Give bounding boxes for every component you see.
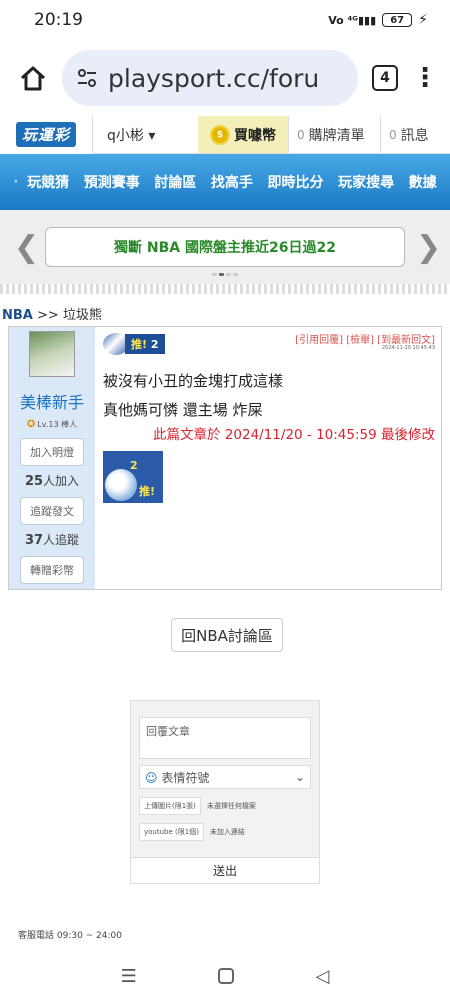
signal-icon: Vo ⁴ᴳ▮▮▮ xyxy=(328,13,377,27)
back-to-forum-button[interactable]: 回NBA討論區 xyxy=(171,618,283,652)
post-timestamp: 2024-11-20 10:45:43 xyxy=(381,345,435,351)
push-badge[interactable]: 推! 2 xyxy=(103,333,165,355)
breadcrumb-title: 垃圾熊 xyxy=(62,308,102,323)
youtube-status: 未加入連結 xyxy=(209,828,245,836)
coin-icon: $ xyxy=(210,124,230,145)
youtube-button[interactable]: youtube (限1個) xyxy=(139,823,204,841)
edit-note: 此篇文章於 2024/11/20 - 10:45:59 最後修改 xyxy=(153,427,435,443)
youtube-row: youtube (限1個) 未加入連結 xyxy=(139,823,311,841)
post-content: 被沒有小丑的金塊打成這樣 真他媽可憐 還主場 炸屎 xyxy=(103,367,283,425)
follow-count: 25人加入 xyxy=(24,474,80,489)
emoji-select[interactable]: ☺ 表情符號 ⌄ xyxy=(139,765,311,789)
status-icons: Vo ⁴ᴳ▮▮▮ 67 ⚡ xyxy=(328,12,428,28)
post-line: 被沒有小丑的金塊打成這樣 xyxy=(103,372,284,390)
post-action-links[interactable]: [引用回覆] [檢舉] [到最新回文] xyxy=(295,331,435,346)
author-name[interactable]: 美棒新手 xyxy=(20,389,84,413)
level-icon: ✪ xyxy=(26,419,36,430)
status-bar: 20:19 Vo ⁴ᴳ▮▮▮ 67 ⚡ xyxy=(0,0,450,40)
nav-item-predict[interactable]: 預測賽事 xyxy=(84,172,140,192)
messages-button[interactable]: 0 訊息 xyxy=(380,116,450,153)
nav-item-experts[interactable]: 找高手 xyxy=(211,172,253,192)
ticker-item[interactable]: 獨斷 NBA 國際盤主推近26日過22 xyxy=(45,227,405,267)
reply-textarea[interactable]: 回覆文章 xyxy=(139,717,311,759)
post-line: 真他媽可憐 還主場 炸屎 xyxy=(103,401,263,419)
breadcrumb: NBA >> 垃圾熊 xyxy=(0,294,450,326)
nav-item-guess[interactable]: 玩競猜 xyxy=(27,172,69,192)
chevron-left-icon[interactable]: ❮ xyxy=(14,230,39,265)
home-icon[interactable] xyxy=(18,63,48,93)
footer: 客服電話 09:30 ~ 24:00 xyxy=(0,928,450,948)
support-phone: 客服電話 09:30 ~ 24:00 xyxy=(18,931,122,941)
site-header: 玩運彩 q小彬 ▾ $ 買噱幣 0 購牌清單 0 訊息 xyxy=(0,115,450,154)
charging-icon: ⚡ xyxy=(418,12,428,28)
track-posts-button[interactable]: 追蹤發文 xyxy=(20,497,84,525)
system-nav-bar: ☰ ◁ xyxy=(0,952,450,1000)
nav-item-livescore[interactable]: 即時比分 xyxy=(268,172,324,192)
back-icon[interactable]: ◁ xyxy=(315,966,329,987)
forum-post: 美棒新手 ✪ Lv.13 棒人 加入明燈 25人加入 追蹤發文 37人追蹤 轉贈彩… xyxy=(8,326,442,590)
reply-form: 回覆文章 ☺ 表情符號 ⌄ 上傳圖片(限1張) 未選擇任何檔案 youtube … xyxy=(130,700,320,884)
home-button-icon[interactable] xyxy=(218,968,235,984)
divider xyxy=(0,284,450,294)
address-bar[interactable]: playsport.cc/foru xyxy=(62,50,358,106)
main-nav: · 玩競猜 預測賽事 討論區 找高手 即時比分 玩家搜尋 數據 xyxy=(0,154,450,210)
url-text: playsport.cc/foru xyxy=(108,63,320,93)
chevron-right-icon[interactable]: ❯ xyxy=(416,230,441,265)
upload-image-status: 未選擇任何檔案 xyxy=(206,802,256,810)
push-button[interactable]: 2 推! xyxy=(103,451,163,503)
nav-item-player-search[interactable]: 玩家搜尋 xyxy=(338,172,394,192)
nav-item-data[interactable]: 數據 xyxy=(409,172,437,192)
breadcrumb-category[interactable]: NBA xyxy=(2,308,33,323)
nav-item-forum[interactable]: 討論區 xyxy=(154,172,196,192)
batman-icon xyxy=(105,469,137,501)
gift-coin-button[interactable]: 轉贈彩幣 xyxy=(20,556,84,584)
cart-button[interactable]: 0 購牌清單 xyxy=(288,116,380,153)
ticker-carousel: ❮ 獨斷 NBA 國際盤主推近26日過22 ❯ xyxy=(0,210,450,284)
site-settings-icon[interactable] xyxy=(76,67,98,89)
submit-button[interactable]: 送出 xyxy=(131,857,319,883)
more-vert-icon[interactable]: ⋮ xyxy=(412,63,438,93)
carousel-indicator xyxy=(212,273,238,276)
upload-image-button[interactable]: 上傳圖片(限1張) xyxy=(139,797,201,815)
author-panel: 美棒新手 ✪ Lv.13 棒人 加入明燈 25人加入 追蹤發文 37人追蹤 轉贈彩… xyxy=(9,327,95,589)
site-logo[interactable]: 玩運彩 xyxy=(0,115,92,154)
browser-toolbar: playsport.cc/foru 4 ⋮ xyxy=(0,40,450,116)
buy-coin-button[interactable]: $ 買噱幣 xyxy=(198,116,288,153)
upload-image-row: 上傳圖片(限1張) 未選擇任何檔案 xyxy=(139,797,311,815)
status-time: 20:19 xyxy=(34,10,83,30)
recents-icon[interactable]: ☰ xyxy=(121,966,137,987)
smiley-icon: ☺ xyxy=(145,770,158,785)
track-count: 37人追蹤 xyxy=(24,533,80,548)
breadcrumb-separator: >> xyxy=(37,308,59,323)
chevron-down-icon: ⌄ xyxy=(294,770,305,784)
avatar[interactable] xyxy=(29,331,75,377)
nav-dot-icon: · xyxy=(13,174,19,190)
user-level: ✪ Lv.13 棒人 xyxy=(26,419,78,430)
user-menu[interactable]: q小彬 ▾ xyxy=(92,116,198,153)
add-lamp-button[interactable]: 加入明燈 xyxy=(20,438,84,466)
tab-switcher-button[interactable]: 4 xyxy=(372,65,398,91)
post-body: 推! 2 [引用回覆] [檢舉] [到最新回文] 2024-11-20 10:4… xyxy=(95,327,441,589)
battery-icon: 67 xyxy=(382,13,413,27)
